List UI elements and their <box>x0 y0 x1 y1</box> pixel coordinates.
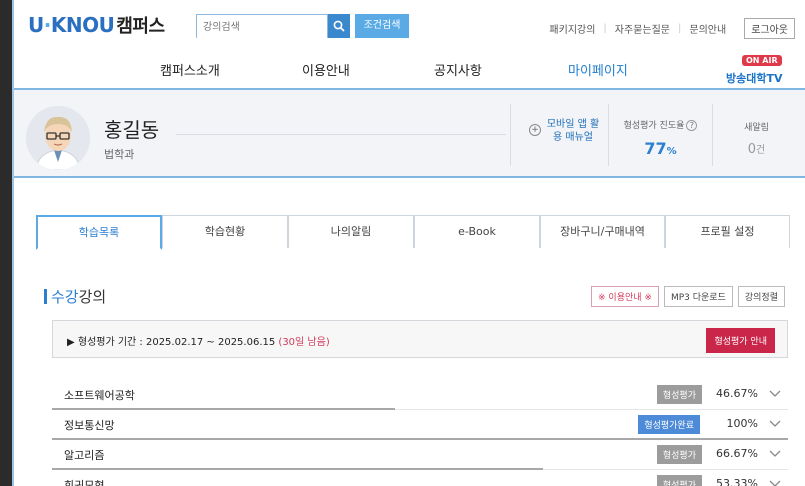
assessment-badge: 형성평가 <box>656 475 702 486</box>
avatar-illustration <box>26 106 90 170</box>
notifications-value-row: 0건 <box>713 141 800 157</box>
course-list: 소프트웨어공학 형성평가 46.67% 정보통신망 형성평가완료 100% 알고리즘 형성평가… <box>52 380 788 486</box>
course-row[interactable]: 소프트웨어공학 형성평가 46.67% <box>52 380 788 410</box>
header: U·KNOU캠퍼스 조건검색 패키지강의 | 자주묻는질문 | 문의안내 로그아… <box>14 0 805 48</box>
help-icon[interactable]: ? <box>686 120 698 131</box>
assessment-period-text: ▶ 형성평가 기간 : 2025.02.17 ~ 2025.06.15 (30일… <box>67 333 330 348</box>
search-icon <box>333 20 345 32</box>
course-name[interactable]: 정보통신망 <box>64 417 115 433</box>
search-input[interactable] <box>197 16 327 39</box>
section-title: 수강강의 <box>44 286 106 307</box>
assessment-badge: 형성평가완료 <box>638 415 700 434</box>
assessment-badge: 형성평가 <box>656 385 702 404</box>
user-name: 홍길동 <box>104 118 160 142</box>
logo-u: U <box>28 13 44 37</box>
progress-unit: % <box>666 146 677 157</box>
divider: | <box>678 23 682 34</box>
plus-icon: + <box>529 124 541 136</box>
progress-label-row: 형성평가 진도율? <box>609 118 712 131</box>
course-row[interactable]: 정보통신망 형성평가완료 100% <box>52 410 788 440</box>
assessment-period-box: ▶ 형성평가 기간 : 2025.02.17 ~ 2025.06.15 (30일… <box>52 320 788 358</box>
period-remaining: (30일 남음) <box>278 337 330 348</box>
nav-usage-guide[interactable]: 이용안내 <box>302 60 350 79</box>
progress-value-row: 77% <box>609 139 712 158</box>
course-row[interactable]: 알고리즘 형성평가 66.67% <box>52 440 788 470</box>
link-inquiry[interactable]: 문의안내 <box>689 21 726 36</box>
nav-mypage[interactable]: 마이페이지 <box>568 60 628 79</box>
logo-knou: KNOU <box>50 13 115 37</box>
course-name[interactable]: 알고리즘 <box>64 447 104 463</box>
section-buttons: ※ 이용안내 ※ MP3 다운로드 강의정렬 <box>591 286 785 307</box>
tab-ebook[interactable]: e-Book <box>414 215 540 248</box>
link-faq[interactable]: 자주묻는질문 <box>615 21 670 36</box>
sort-lectures-button[interactable]: 강의정렬 <box>737 286 785 307</box>
link-package-lectures[interactable]: 패키지강의 <box>549 21 595 36</box>
mp3-download-button[interactable]: MP3 다운로드 <box>663 286 733 307</box>
tab-study-list[interactable]: 학습목록 <box>36 215 162 250</box>
course-percent: 66.67% <box>716 447 758 460</box>
onair-badge: ON AIR <box>742 55 782 66</box>
broadcast-tv-label: 방송대학TV <box>726 72 783 85</box>
chevron-down-icon[interactable] <box>768 416 782 430</box>
progress-label: 형성평가 진도율 <box>623 121 685 131</box>
course-name[interactable]: 소프트웨어공학 <box>64 387 135 403</box>
tab-study-status[interactable]: 학습현황 <box>162 215 288 248</box>
usage-guide-button[interactable]: ※ 이용안내 ※ <box>591 286 659 307</box>
logo[interactable]: U·KNOU 캠퍼스 <box>28 12 165 38</box>
section-title-rest: 강의 <box>78 288 107 306</box>
mobile-manual-link[interactable]: + 모바일 앱 활용 매뉴얼 <box>510 104 608 166</box>
nav-notices[interactable]: 공지사항 <box>434 60 482 79</box>
course-row[interactable]: 회귀모형 형성평가 53.33% <box>52 470 788 486</box>
period-dates: ▶ 형성평가 기간 : 2025.02.17 ~ 2025.06.15 <box>67 337 276 348</box>
page: U·KNOU캠퍼스 조건검색 패키지강의 | 자주묻는질문 | 문의안내 로그아… <box>14 0 805 486</box>
notifications-unit: 건 <box>756 145 766 156</box>
tab-my-alerts[interactable]: 나의알림 <box>288 215 414 248</box>
search-box <box>196 14 328 39</box>
nav-campus-intro[interactable]: 캠퍼스소개 <box>160 60 220 79</box>
assessment-progress: 형성평가 진도율? 77% <box>608 104 712 166</box>
notifications-label: 새알림 <box>744 123 769 133</box>
top-links: 패키지강의 | 자주묻는질문 | 문의안내 로그아웃 <box>549 18 795 39</box>
condition-search-button[interactable]: 조건검색 <box>355 14 409 38</box>
chevron-down-icon[interactable] <box>768 386 782 400</box>
section-title-blue: 수강 <box>51 288 79 306</box>
logout-button[interactable]: 로그아웃 <box>744 18 795 39</box>
tab-profile-settings[interactable]: 프로필 설정 <box>665 215 790 248</box>
new-notifications[interactable]: 새알림 0건 <box>712 104 800 166</box>
main-nav: 캠퍼스소개 이용안내 공지사항 마이페이지 <box>14 48 805 90</box>
search-button[interactable] <box>328 14 350 38</box>
tab-cart-purchases[interactable]: 장바구니/구매내역 <box>540 215 665 248</box>
assessment-badge: 형성평가 <box>656 445 702 464</box>
progress-value: 77 <box>644 139 667 158</box>
notifications-count: 0 <box>747 142 757 157</box>
profile-band: 홍길동 법학과 + 모바일 앱 활용 매뉴얼 형성평가 진도율? 77% 새알림… <box>14 90 805 178</box>
chevron-down-icon[interactable] <box>768 476 782 486</box>
logo-campus: 캠퍼스 <box>116 16 165 37</box>
chevron-down-icon[interactable] <box>768 446 782 460</box>
window-edge <box>0 0 12 486</box>
avatar <box>26 106 90 170</box>
title-bar <box>44 289 47 304</box>
assessment-guide-button[interactable]: 형성평가 안내 <box>706 328 775 353</box>
course-percent: 53.33% <box>716 477 758 486</box>
mypage-tabs: 학습목록 학습현황 나의알림 e-Book 장바구니/구매내역 프로필 설정 <box>36 215 790 250</box>
mobile-manual-label: 모바일 앱 활용 매뉴얼 <box>546 119 600 143</box>
divider <box>176 134 506 135</box>
course-percent: 46.67% <box>716 387 758 400</box>
course-percent: 100% <box>726 417 758 430</box>
screen: U·KNOU캠퍼스 조건검색 패키지강의 | 자주묻는질문 | 문의안내 로그아… <box>0 0 805 486</box>
user-department: 법학과 <box>104 148 135 161</box>
logo-dash: · <box>43 13 52 37</box>
course-name[interactable]: 회귀모형 <box>64 477 104 486</box>
onair-tv-link[interactable]: ON AIR 방송대학TV <box>726 55 786 87</box>
divider: | <box>603 23 607 34</box>
